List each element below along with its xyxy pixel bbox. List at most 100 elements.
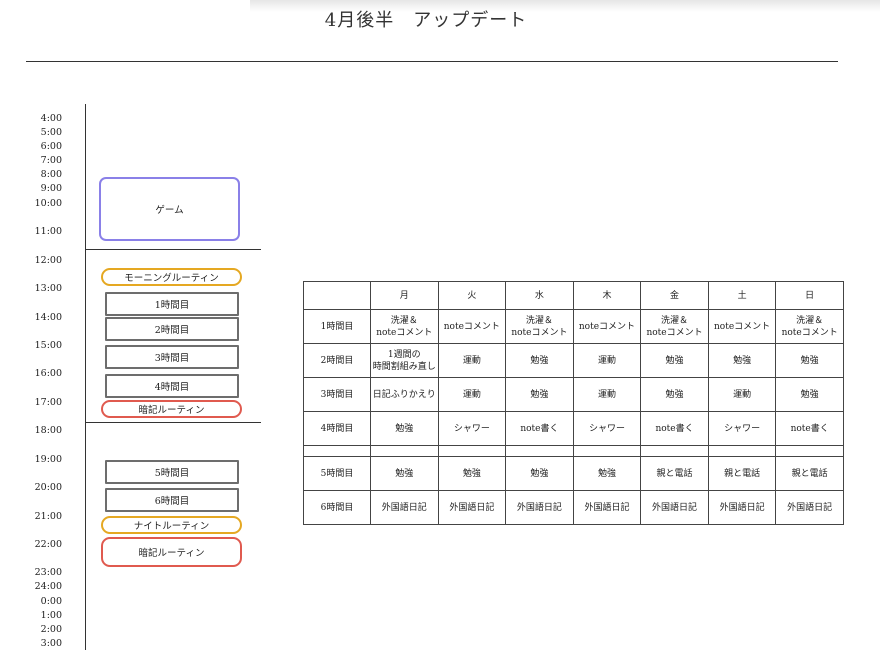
schedule-cell[interactable]: 運動 [572,377,642,412]
schedule-cell[interactable]: note書く [505,411,574,446]
day-header: 日 [775,281,844,310]
page-title: 4月後半 アップデート [324,10,528,31]
schedule-cell[interactable]: note書く [640,411,709,446]
spacer-cell [572,445,642,457]
schedule-cell[interactable]: 運動 [437,377,507,412]
schedule-cell[interactable]: noteコメント [572,309,642,344]
time-label: 14:00 [34,312,62,323]
time-label: 15:00 [34,340,62,351]
schedule-cell[interactable]: シャワー [707,411,777,446]
schedule-cell[interactable]: 外国語日記 [437,490,507,525]
table-row: 2時間目 1週間の 時間割組み直し 運動 勉強 運動 勉強 勉強 勉強 [303,343,844,378]
time-label: 16:00 [34,368,62,379]
spacer-cell [437,445,507,457]
schedule-cell[interactable]: 勉強 [572,456,642,491]
schedule-cell[interactable]: 1週間の 時間割組み直し [370,343,439,378]
time-label: 5:00 [40,127,62,138]
schedule-cell[interactable]: 運動 [707,377,777,412]
period-5-block[interactable]: 5時間目 [105,460,239,484]
period-6-block[interactable]: 6時間目 [105,488,239,512]
memorize-routine-block[interactable]: 暗記ルーティン [101,400,242,418]
memorize-routine-label: 暗記ルーティン [138,405,205,416]
table-row: 3時間目 日記ふりかえり 運動 勉強 運動 勉強 運動 勉強 [303,377,844,412]
night-routine-label: ナイトルーティン [133,521,210,532]
day-header: 木 [572,281,642,310]
schedule-cell[interactable]: 洗濯＆ noteコメント [370,309,439,344]
table-row: 1時間目 洗濯＆ noteコメント noteコメント 洗濯＆ noteコメント … [303,309,844,344]
schedule-cell[interactable]: noteコメント [437,309,507,344]
schedule-cell[interactable]: 勉強 [505,456,574,491]
table-header-row: 月 火 水 木 金 土 日 [303,281,844,310]
time-label: 23:00 [34,567,62,578]
time-label: 10:00 [34,198,62,209]
schedule-cell[interactable]: 勉強 [505,377,574,412]
time-label: 17:00 [34,397,62,408]
schedule-cell[interactable]: 親と電話 [775,456,844,491]
period-4-block[interactable]: 4時間目 [105,374,239,398]
period-label: 5時間目 [303,456,371,491]
memorize-routine-evening-block[interactable]: 暗記ルーティン [101,537,242,567]
schedule-cell[interactable]: 親と電話 [640,456,709,491]
schedule-cell[interactable]: 勉強 [370,456,439,491]
period-1-label: 1時間目 [154,300,190,311]
time-label: 4:00 [40,113,62,124]
schedule-cell[interactable]: 勉強 [775,377,844,412]
time-label: 6:00 [40,141,62,152]
schedule-cell[interactable]: 勉強 [370,411,439,446]
schedule-cell[interactable]: 外国語日記 [505,490,574,525]
day-header: 土 [707,281,777,310]
schedule-cell[interactable]: 運動 [572,343,642,378]
schedule-cell[interactable]: 勉強 [437,456,507,491]
schedule-cell[interactable]: 洗濯＆ noteコメント [505,309,574,344]
period-1-block[interactable]: 1時間目 [105,292,239,316]
memorize-routine-evening-label: 暗記ルーティン [138,548,205,559]
schedule-cell[interactable]: noteコメント [707,309,777,344]
schedule-cell[interactable]: 外国語日記 [572,490,642,525]
schedule-cell[interactable]: note書く [775,411,844,446]
time-label: 20:00 [34,482,62,493]
weekly-schedule-table: 月 火 水 木 金 土 日 1時間目 洗濯＆ noteコメント noteコメント… [303,281,844,525]
schedule-cell[interactable]: 勉強 [640,343,709,378]
period-label: 1時間目 [303,309,371,344]
period-3-block[interactable]: 3時間目 [105,345,239,369]
schedule-cell[interactable]: 外国語日記 [775,490,844,525]
schedule-cell[interactable]: 洗濯＆ noteコメント [775,309,844,344]
period-2-label: 2時間目 [154,325,190,336]
schedule-cell[interactable]: シャワー [437,411,507,446]
spacer-cell [775,445,844,457]
period-label: 2時間目 [303,343,371,378]
schedule-cell[interactable]: 勉強 [775,343,844,378]
period-label: 3時間目 [303,377,371,412]
night-routine-block[interactable]: ナイトルーティン [101,516,242,534]
game-block[interactable]: ゲーム [99,177,240,241]
evening-divider [85,422,261,423]
time-label: 1:00 [40,610,62,621]
period-2-block[interactable]: 2時間目 [105,317,239,341]
schedule-cell[interactable]: 親と電話 [707,456,777,491]
time-label: 19:00 [34,454,62,465]
schedule-cell[interactable]: 勉強 [505,343,574,378]
schedule-cell[interactable]: 日記ふりかえり [370,377,439,412]
schedule-cell[interactable]: 外国語日記 [640,490,709,525]
schedule-cell[interactable]: シャワー [572,411,642,446]
morning-routine-block[interactable]: モーニングルーティン [101,268,242,286]
period-6-label: 6時間目 [154,496,190,507]
schedule-cell[interactable]: 外国語日記 [707,490,777,525]
time-label: 21:00 [34,511,62,522]
spacer-cell [707,445,777,457]
schedule-cell[interactable]: 洗濯＆ noteコメント [640,309,709,344]
spacer-cell [505,445,574,457]
day-header: 火 [437,281,507,310]
spacer-cell [640,445,709,457]
period-3-label: 3時間目 [154,353,190,364]
time-label: 2:00 [40,624,62,635]
schedule-cell[interactable]: 勉強 [640,377,709,412]
period-label: 4時間目 [303,411,371,446]
game-block-label: ゲーム [155,205,184,216]
period-label: 6時間目 [303,490,371,525]
spacer-cell [370,445,439,457]
schedule-cell[interactable]: 運動 [437,343,507,378]
corner-cell [303,281,371,310]
schedule-cell[interactable]: 勉強 [707,343,777,378]
schedule-cell[interactable]: 外国語日記 [370,490,439,525]
